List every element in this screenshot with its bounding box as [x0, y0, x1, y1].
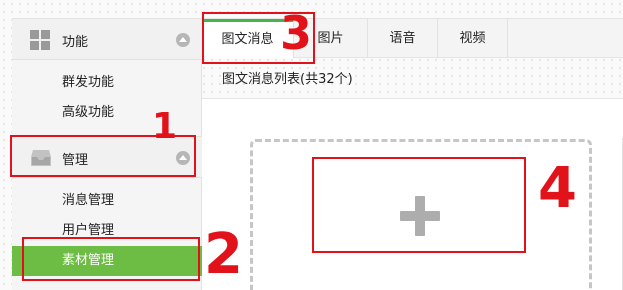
- annotation-number: 4: [538, 156, 577, 221]
- list-title: 图文消息列表(共32个): [222, 72, 353, 87]
- tab-video[interactable]: 视频: [438, 19, 508, 58]
- annotation-number: 1: [152, 106, 178, 147]
- grid-icon: [30, 30, 50, 50]
- tab-voice[interactable]: 语音: [368, 19, 438, 58]
- annotation-box: [312, 157, 526, 253]
- annotation-number: 3: [280, 6, 313, 60]
- annotation-number: 2: [204, 222, 243, 287]
- sidebar-item-messages[interactable]: 消息管理: [12, 186, 202, 216]
- sidebar-item-mass-send[interactable]: 群发功能: [12, 68, 202, 98]
- sidebar-section-features[interactable]: 功能: [12, 18, 202, 60]
- collapse-icon[interactable]: [176, 33, 190, 47]
- annotation-box: [22, 237, 200, 281]
- sidebar-section-label: 功能: [62, 35, 89, 50]
